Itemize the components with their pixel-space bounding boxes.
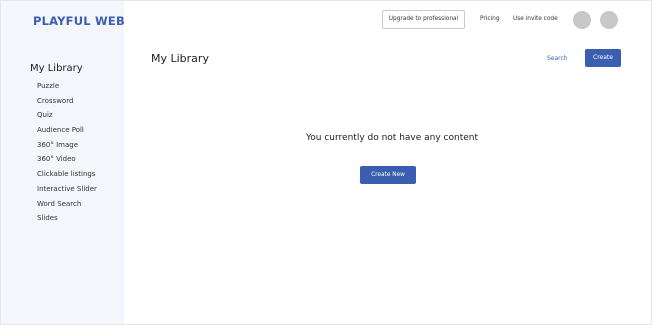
empty-state-message: You currently do not have any content: [305, 133, 478, 143]
sidebar-item-slides[interactable]: Slides: [37, 213, 97, 228]
create-button[interactable]: Create: [585, 49, 621, 67]
brand-logo[interactable]: PLAYFUL WEB: [33, 14, 125, 28]
create-new-button[interactable]: Create New: [360, 166, 416, 184]
sidebar-item-audience-poll[interactable]: Audience Poll: [37, 125, 97, 140]
sidebar-item-puzzle[interactable]: Puzzle: [37, 81, 97, 96]
page-title: My Library: [151, 52, 209, 65]
sidebar: PLAYFUL WEB My Library Puzzle Crossword …: [1, 1, 125, 324]
sidebar-item-word-search[interactable]: Word Search: [37, 199, 97, 214]
sidebar-item-quiz[interactable]: Quiz: [37, 110, 97, 125]
sidebar-item-clickable-listings[interactable]: Clickable listings: [37, 169, 97, 184]
sidebar-item-360-video[interactable]: 360° Video: [37, 154, 97, 169]
search-link[interactable]: Search: [547, 55, 568, 62]
app-window: PLAYFUL WEB My Library Puzzle Crossword …: [0, 0, 652, 325]
sidebar-list: Puzzle Crossword Quiz Audience Poll 360°…: [37, 81, 97, 228]
sidebar-item-crossword[interactable]: Crossword: [37, 96, 97, 111]
sidebar-heading[interactable]: My Library: [30, 63, 83, 74]
sidebar-item-360-image[interactable]: 360° Image: [37, 140, 97, 155]
pricing-link[interactable]: Pricing: [480, 16, 500, 22]
avatar[interactable]: [573, 11, 591, 29]
upgrade-button[interactable]: Upgrade to professional: [382, 10, 465, 29]
sidebar-item-interactive-slider[interactable]: Interactive Slider: [37, 184, 97, 199]
invite-code-link[interactable]: Use invite code: [513, 16, 558, 22]
avatar[interactable]: [600, 11, 618, 29]
